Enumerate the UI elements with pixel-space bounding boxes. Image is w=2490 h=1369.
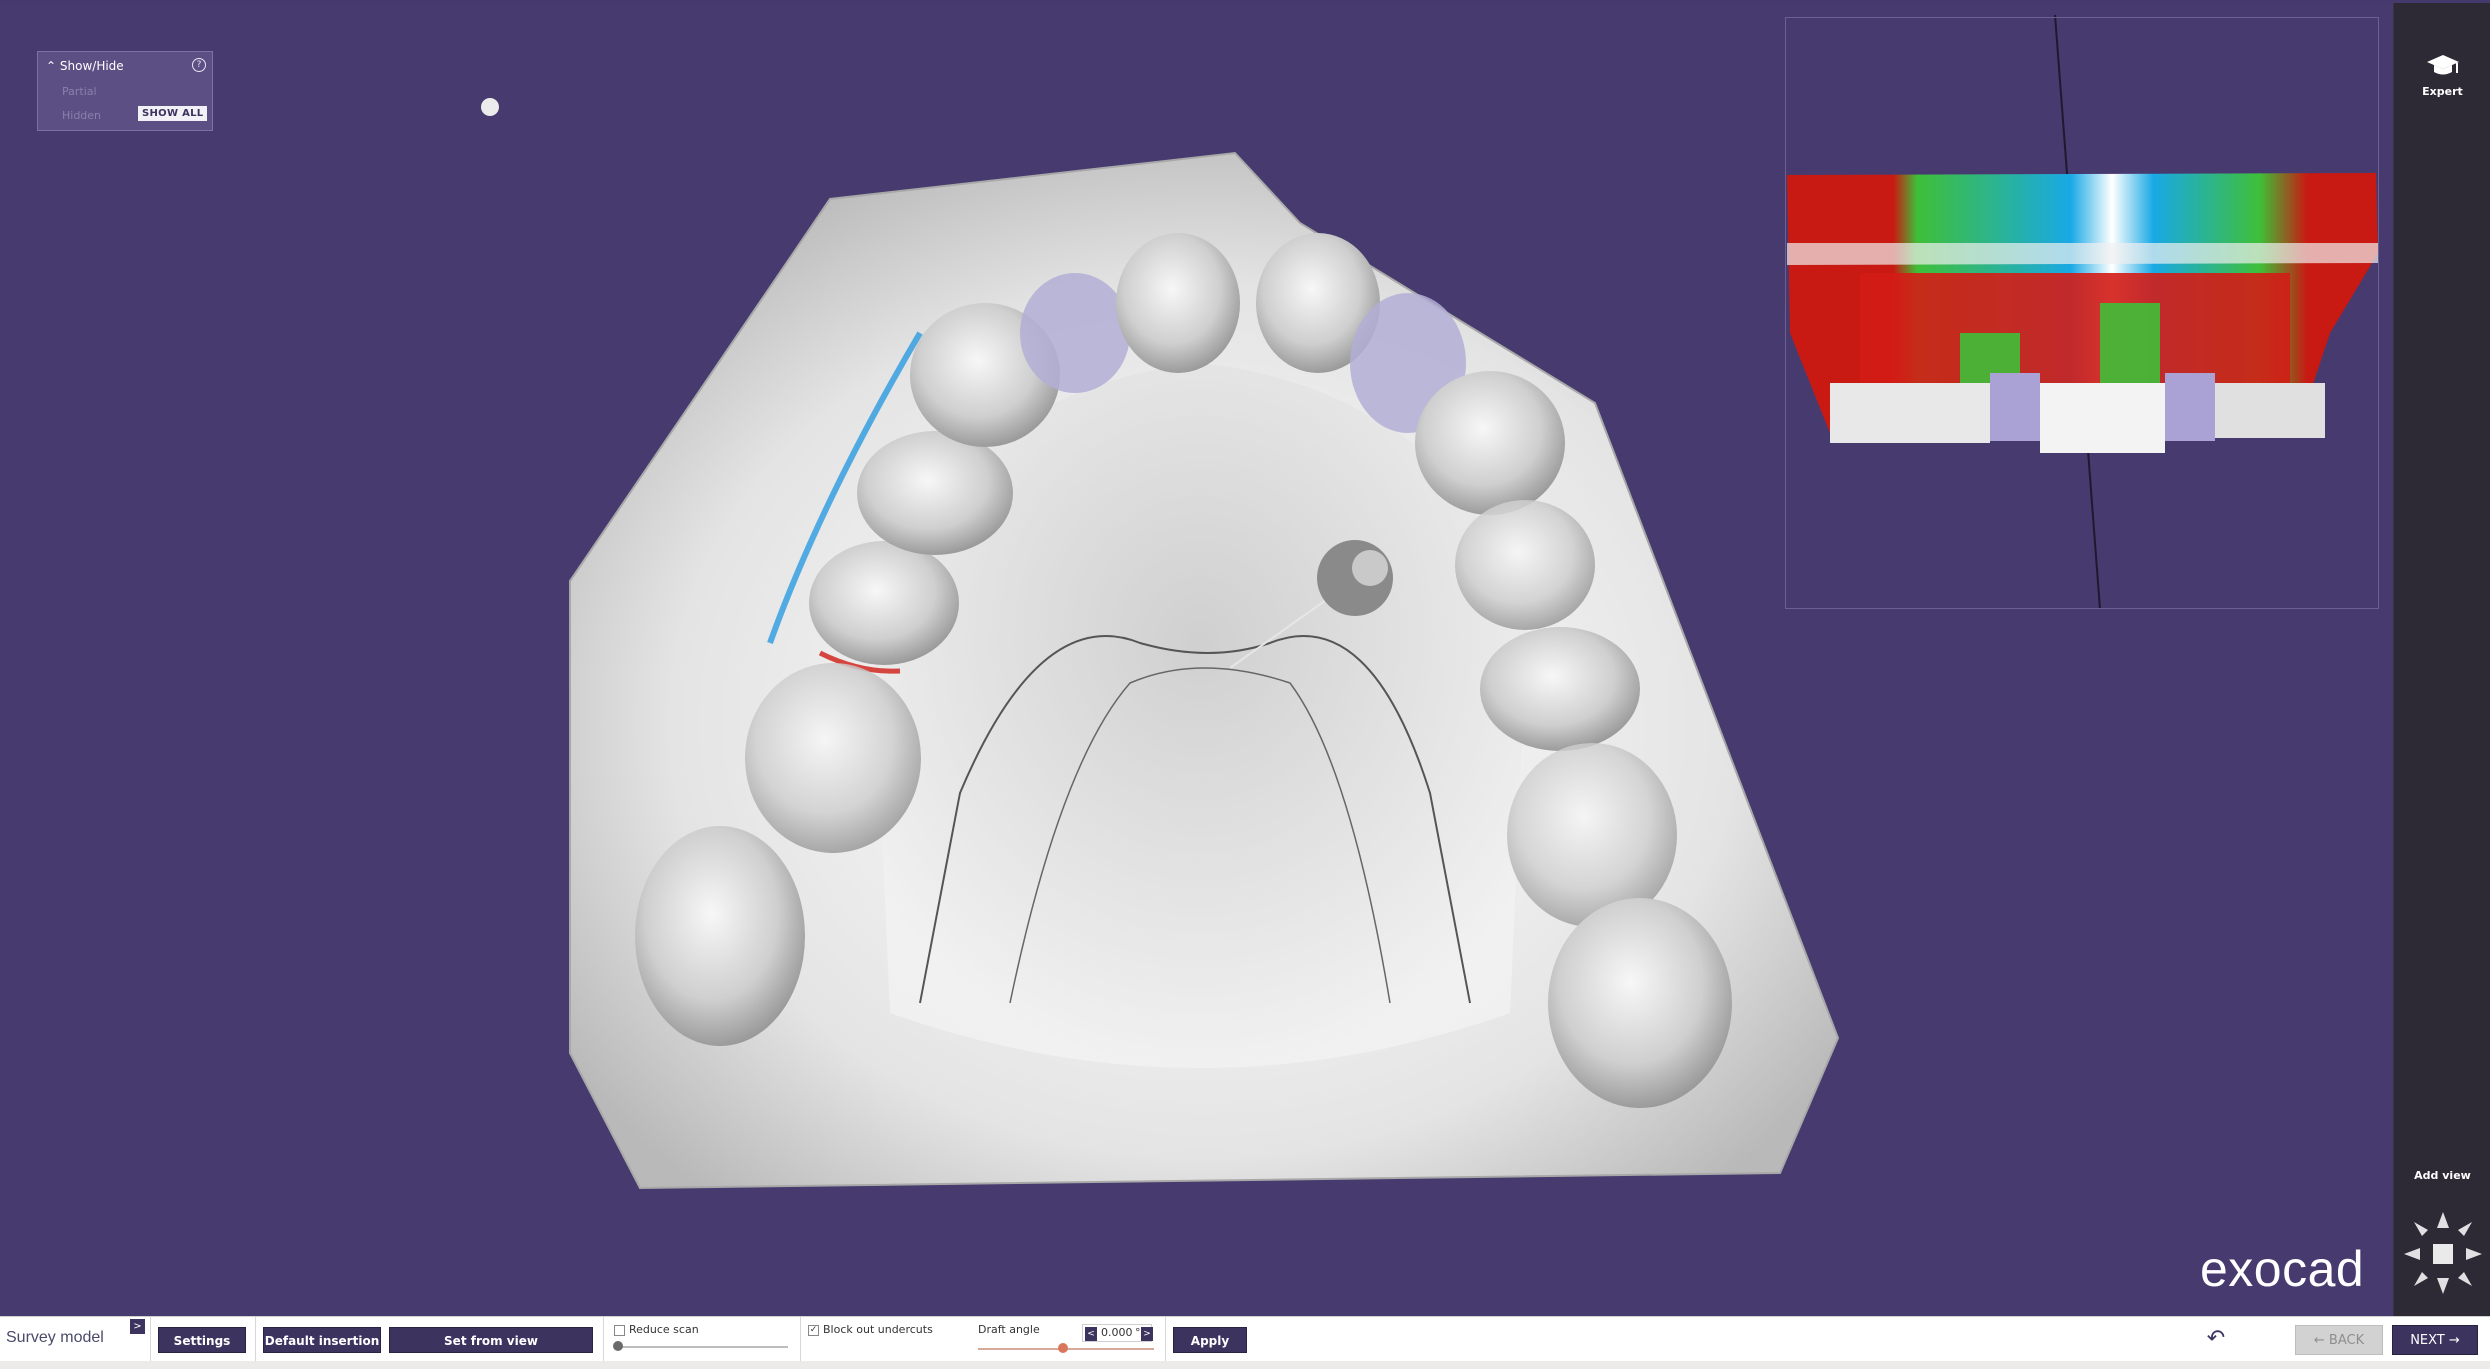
divider [1165, 1317, 1166, 1362]
arrow-left-icon: ← [2313, 1333, 2325, 1348]
show-hide-header[interactable]: ⌃ Show/Hide [46, 59, 124, 73]
add-view-label[interactable]: Add view [2394, 1169, 2490, 1182]
tooth-translucent [1020, 273, 1130, 393]
mini-view-panel[interactable] [1785, 17, 2379, 609]
tooth [1415, 371, 1565, 515]
tooth [1480, 627, 1640, 751]
draft-angle-label: Draft angle [978, 1323, 1040, 1336]
partial-label: Partial [62, 85, 97, 98]
status-bar [0, 1361, 2490, 1369]
3d-viewport[interactable]: ⌃ Show/Hide ? Partial Hidden SHOW ALL [0, 3, 2393, 1316]
insertion-handle-knob[interactable] [1352, 550, 1388, 586]
set-from-view-button[interactable]: Set from view [389, 1327, 593, 1353]
back-label: BACK [2328, 1333, 2365, 1348]
hidden-label: Hidden [62, 109, 102, 122]
mode-title: Survey model [6, 1329, 104, 1346]
tooth [809, 541, 959, 665]
exocad-window: ⌃ Show/Hide ? Partial Hidden SHOW ALL ex… [0, 0, 2490, 1369]
exocad-logo: exocad [2200, 1241, 2365, 1297]
chevron-left-icon[interactable]: < [1085, 1327, 1097, 1341]
show-hide-panel: ⌃ Show/Hide ? Partial Hidden SHOW ALL [37, 51, 213, 131]
undo-icon[interactable]: ↶ [2200, 1325, 2232, 1353]
divider [603, 1317, 604, 1362]
reduce-scan-label: Reduce scan [629, 1323, 699, 1336]
tooth [1548, 898, 1732, 1108]
block-out-undercuts-checkbox[interactable]: ✓ [808, 1325, 819, 1336]
next-button[interactable]: NEXT → [2392, 1325, 2478, 1355]
tooth [635, 826, 805, 1046]
expert-label: Expert [2422, 85, 2463, 98]
apply-button[interactable]: Apply [1173, 1327, 1247, 1353]
back-button[interactable]: ← BACK [2295, 1325, 2383, 1355]
tooth [1116, 233, 1240, 373]
next-label: NEXT [2410, 1333, 2445, 1348]
marker-sphere[interactable] [481, 98, 499, 116]
divider [255, 1317, 256, 1362]
draft-angle-stepper[interactable]: < 0.000 ° > [1082, 1324, 1153, 1342]
default-insertion-button[interactable]: Default insertion [263, 1327, 381, 1353]
bottom-toolbar: Survey model > Settings Default insertio… [0, 1316, 2490, 1362]
show-hide-title: Show/Hide [59, 59, 124, 73]
divider [800, 1317, 801, 1362]
divider [150, 1317, 151, 1362]
tooth [1455, 500, 1595, 630]
collapse-toggle-button[interactable]: > [130, 1319, 145, 1334]
reduce-scan-checkbox[interactable] [614, 1325, 625, 1336]
reduce-scan-slider-handle[interactable] [613, 1341, 623, 1351]
help-icon[interactable]: ? [192, 58, 206, 72]
chevron-right-icon[interactable]: > [1141, 1327, 1153, 1341]
settings-button[interactable]: Settings [158, 1327, 246, 1353]
tooth [857, 431, 1013, 555]
show-all-button[interactable]: SHOW ALL [138, 106, 208, 121]
draft-angle-value[interactable]: 0.000 [1101, 1326, 1133, 1339]
arrow-right-icon: → [2448, 1333, 2460, 1348]
right-sidebar: Expert Add view [2393, 3, 2490, 1316]
draft-angle-unit: ° [1135, 1326, 1141, 1339]
tooth [745, 663, 921, 853]
reduce-scan-slider[interactable] [618, 1346, 788, 1348]
chevron-up-icon[interactable]: ⌃ [46, 59, 56, 73]
block-out-undercuts-label: Block out undercuts [823, 1323, 933, 1336]
view-cube-icon[interactable] [2402, 1208, 2484, 1298]
graduation-cap-icon [2426, 55, 2459, 75]
expert-button[interactable]: Expert [2394, 53, 2490, 98]
draft-angle-slider-handle[interactable] [1058, 1343, 1068, 1353]
